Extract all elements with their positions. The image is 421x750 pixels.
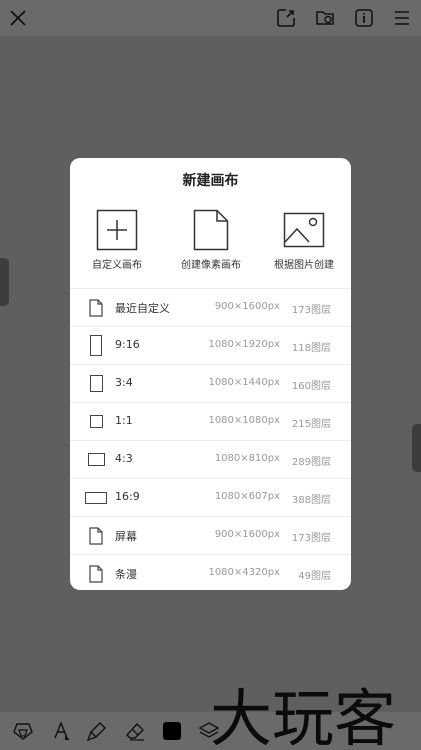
- preset-layers: 173图层: [291, 533, 331, 544]
- ratio-9-16-icon: [84, 327, 108, 364]
- left-drag-handle[interactable]: [0, 258, 9, 306]
- preset-name: 9:16: [115, 338, 140, 351]
- preset-row-4-3[interactable]: 4:3 1080×810px 289图层: [70, 440, 351, 478]
- pixel-canvas-button[interactable]: 创建像素画布: [164, 208, 258, 271]
- watermark-text: 大玩客: [210, 682, 396, 750]
- preset-row-recent[interactable]: 最近自定义 900×1600px 173图层: [70, 288, 351, 326]
- color-swatch-icon[interactable]: [161, 720, 183, 742]
- preset-name: 3:4: [115, 376, 133, 389]
- preset-row-1-1[interactable]: 1:1 1080×1080px 215图层: [70, 402, 351, 440]
- brush-icon[interactable]: [86, 720, 108, 742]
- pixel-canvas-label: 创建像素画布: [181, 260, 241, 271]
- custom-canvas-button[interactable]: 自定义画布: [70, 208, 164, 271]
- shapes-icon[interactable]: [12, 720, 34, 742]
- preset-row-comic-strip[interactable]: 条漫 1080×4320px 49图层: [70, 554, 351, 590]
- ratio-16-9-icon: [84, 479, 108, 516]
- folder-icon[interactable]: [313, 6, 337, 30]
- preset-row-16-9[interactable]: 16:9 1080×607px 388图层: [70, 478, 351, 516]
- blank-file-icon: [193, 208, 229, 252]
- close-icon[interactable]: [6, 6, 30, 30]
- preset-layers: 289图层: [291, 457, 331, 468]
- preset-name: 条漫: [115, 568, 137, 581]
- preset-size: 1080×4320px: [208, 567, 280, 578]
- right-drag-handle[interactable]: [412, 424, 421, 472]
- fill-icon[interactable]: [50, 720, 72, 742]
- preset-layers: 118图层: [291, 343, 331, 354]
- info-icon[interactable]: [352, 6, 376, 30]
- image-icon: [283, 208, 325, 252]
- from-image-button[interactable]: 根据图片创建: [257, 208, 351, 271]
- preset-name: 1:1: [115, 414, 133, 427]
- from-image-label: 根据图片创建: [274, 260, 334, 271]
- custom-canvas-label: 自定义画布: [92, 260, 142, 271]
- preset-layers: 49图层: [298, 571, 331, 582]
- preset-size: 1080×607px: [214, 491, 280, 502]
- file-icon: [84, 289, 108, 326]
- ratio-1-1-icon: [84, 403, 108, 440]
- preset-size: 900×1600px: [214, 529, 280, 540]
- dialog-title: 新建画布: [182, 173, 239, 189]
- new-canvas-dialog: 新建画布 自定义画布 创建像素画布 根据图片创建 最近自定义 900×1600p…: [70, 158, 351, 590]
- preset-name: 最近自定义: [115, 302, 170, 315]
- eraser-icon[interactable]: [124, 720, 146, 742]
- preset-row-screen[interactable]: 屏幕 900×1600px 173图层: [70, 516, 351, 554]
- more-icon[interactable]: [390, 6, 414, 30]
- preset-layers: 160图层: [291, 381, 331, 392]
- preset-layers: 388图层: [291, 495, 331, 506]
- file-icon: [84, 555, 108, 590]
- preset-name: 16:9: [115, 490, 140, 503]
- ratio-4-3-icon: [84, 441, 108, 478]
- preset-size: 1080×810px: [214, 453, 280, 464]
- top-toolbar: [0, 0, 421, 36]
- preset-size: 1080×1920px: [208, 339, 280, 350]
- preset-row-3-4[interactable]: 3:4 1080×1440px 160图层: [70, 364, 351, 402]
- ratio-3-4-icon: [84, 365, 108, 402]
- preset-layers: 215图层: [291, 419, 331, 430]
- export-icon[interactable]: [274, 6, 298, 30]
- preset-layers: 173图层: [291, 305, 331, 316]
- preset-size: 900×1600px: [214, 301, 280, 312]
- preset-name: 4:3: [115, 452, 133, 465]
- plus-square-icon: [96, 208, 138, 252]
- preset-size: 1080×1080px: [208, 415, 280, 426]
- preset-row-9-16[interactable]: 9:16 1080×1920px 118图层: [70, 326, 351, 364]
- file-icon: [84, 517, 108, 554]
- preset-size: 1080×1440px: [208, 377, 280, 388]
- watermark-logo: 大玩客: [210, 682, 396, 750]
- preset-name: 屏幕: [115, 530, 137, 543]
